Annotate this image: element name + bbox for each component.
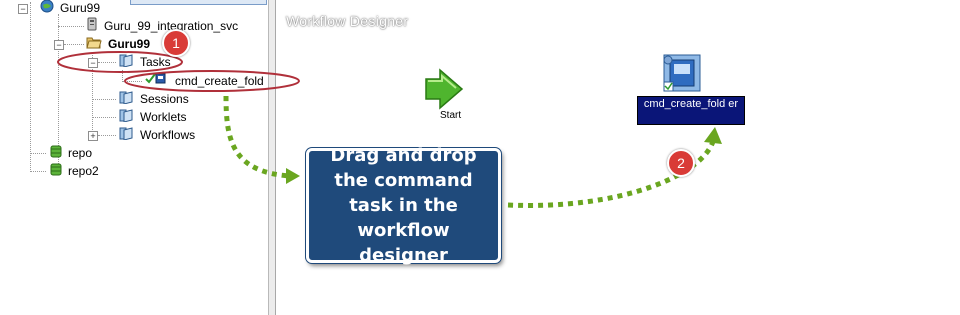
- callout-text: Drag and drop the command task in the wo…: [330, 145, 477, 266]
- database-icon: [50, 144, 62, 163]
- collapse-toggle[interactable]: −: [54, 40, 64, 50]
- tree-node-integration-service[interactable]: Guru_99_integration_svc: [86, 17, 238, 35]
- database-icon: [50, 162, 62, 181]
- tree-line: [98, 135, 116, 136]
- tree-node-label: Guru99: [60, 1, 101, 15]
- folder-icon: [118, 53, 134, 72]
- tree-node-label: repo: [68, 146, 93, 160]
- tree-line: [30, 171, 46, 172]
- repository-globe-icon: [40, 0, 54, 18]
- tree-line: [58, 26, 84, 27]
- tree-node-folder-guru99[interactable]: Guru99: [86, 35, 150, 53]
- folder-icon: [118, 126, 134, 145]
- collapse-toggle[interactable]: −: [88, 58, 98, 68]
- tree-node-repository-root[interactable]: Guru99: [40, 0, 100, 17]
- instruction-callout: Drag and drop the command task in the wo…: [306, 145, 501, 266]
- tree-node-tasks[interactable]: Tasks: [118, 53, 171, 71]
- tree-line: [30, 153, 46, 154]
- start-label: Start: [440, 110, 462, 121]
- collapse-toggle[interactable]: −: [18, 4, 28, 14]
- tree-node-repo2[interactable]: repo2: [50, 162, 99, 180]
- tree-node-sessions[interactable]: Sessions: [118, 90, 189, 108]
- folder-icon: [118, 90, 134, 109]
- toolbar-tab[interactable]: [130, 0, 267, 5]
- tree-line: [30, 2, 31, 172]
- tree-node-label: repo2: [68, 164, 99, 178]
- tree-line: [92, 99, 116, 100]
- tree-node-repo[interactable]: repo: [50, 144, 92, 162]
- command-task-icon: [145, 72, 167, 91]
- tree-node-label: Tasks: [140, 55, 171, 69]
- folder-icon: [118, 108, 134, 127]
- tree-node-label: cmd_create_fold: [175, 74, 264, 88]
- tree-node-label: Sessions: [140, 92, 189, 106]
- step-badge-2: 2: [667, 149, 695, 177]
- tree-line: [122, 81, 142, 82]
- tree-node-label: Workflows: [140, 128, 196, 142]
- open-folder-icon: [86, 35, 102, 54]
- tree-node-label: Worklets: [140, 110, 187, 124]
- tree-node-workflows[interactable]: Workflows: [118, 126, 195, 144]
- splitter[interactable]: [269, 0, 276, 315]
- expand-toggle[interactable]: +: [88, 131, 98, 141]
- navigator-panel: − − − + Guru99 Guru_99_integration_svc G…: [0, 0, 269, 315]
- tree-line: [92, 117, 116, 118]
- tree-line: [64, 44, 84, 45]
- tree-node-label: Guru99: [108, 37, 151, 51]
- tree-node-worklets[interactable]: Worklets: [118, 108, 186, 126]
- task-node-cmd-create-folder[interactable]: cmd_create_fold er: [637, 96, 745, 125]
- step-badge-1: 1: [162, 29, 190, 57]
- designer-title: Workflow Designer: [286, 13, 409, 29]
- tree-line: [98, 62, 116, 63]
- integration-service-icon: [86, 17, 98, 36]
- tree-node-cmd-task[interactable]: cmd_create_fold: [145, 72, 264, 90]
